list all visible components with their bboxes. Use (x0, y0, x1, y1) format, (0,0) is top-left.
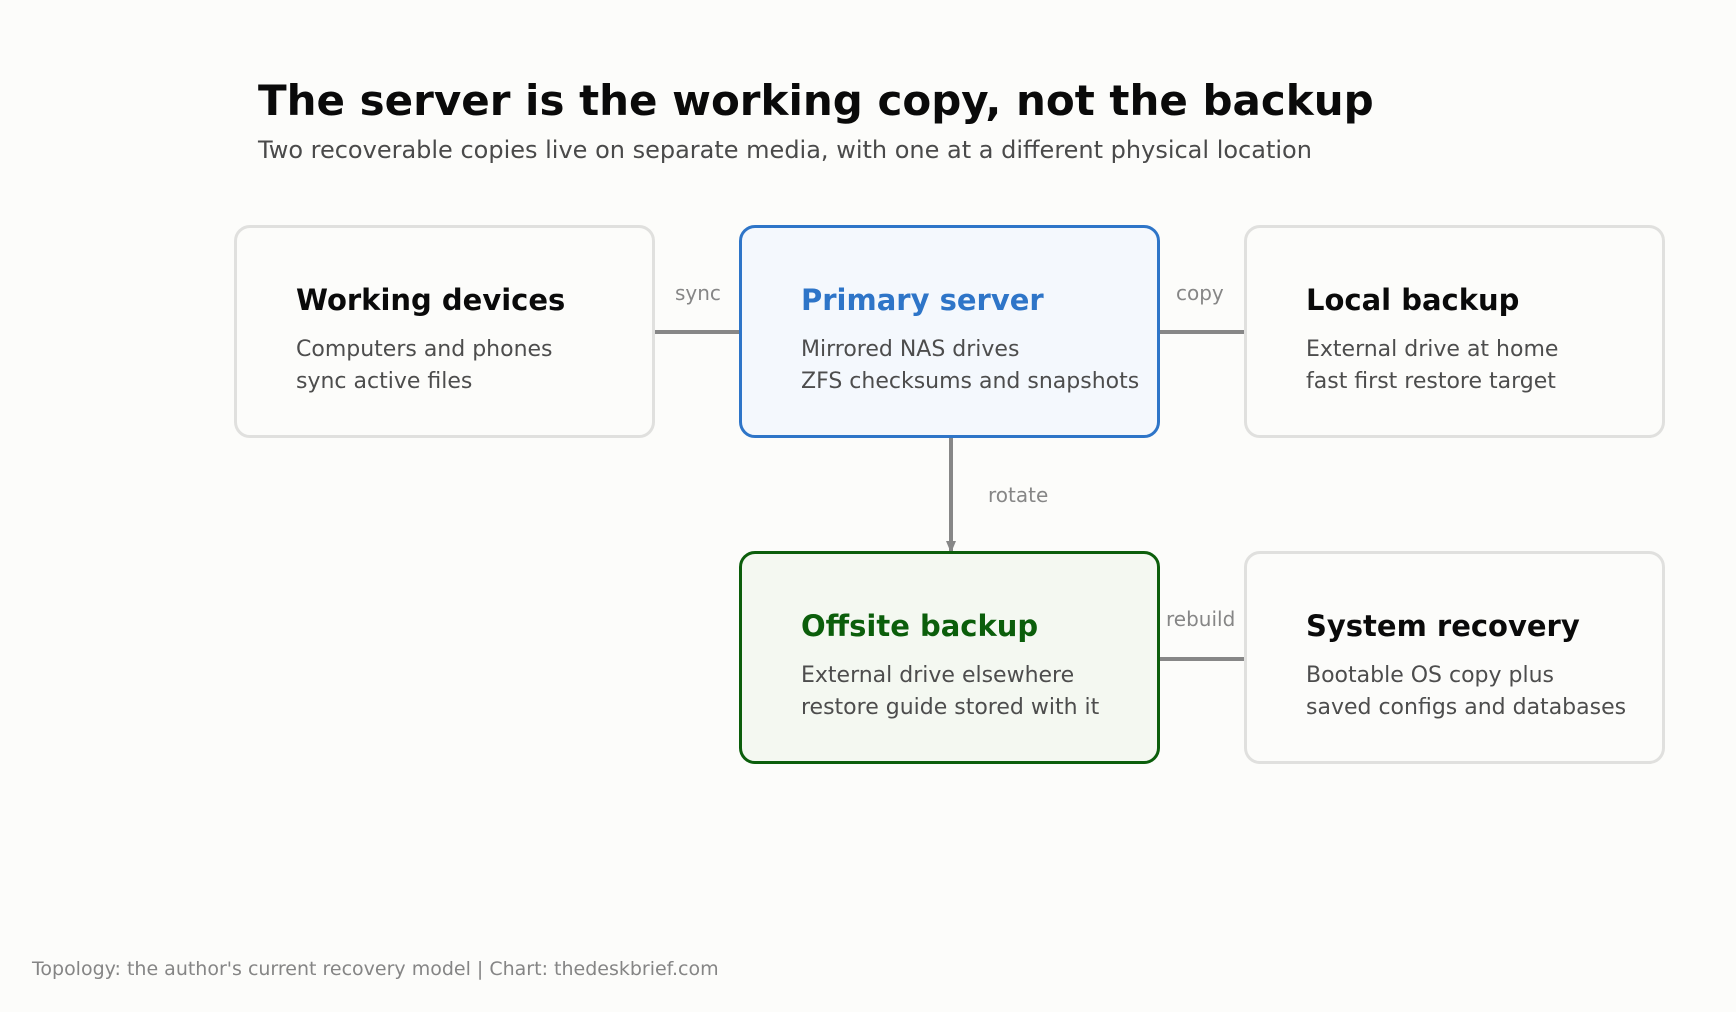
node-description: External drive at home (1306, 337, 1559, 362)
edge-label-sync: sync (675, 281, 721, 305)
node-system-recovery: System recovery Bootable OS copy plus sa… (1244, 551, 1665, 764)
node-description: sync active files (296, 369, 473, 394)
node-description: Mirrored NAS drives (801, 337, 1020, 362)
edge-label-copy: copy (1176, 281, 1224, 305)
node-title: Local backup (1306, 283, 1520, 317)
node-title: System recovery (1306, 609, 1580, 643)
node-description: External drive elsewhere (801, 663, 1075, 688)
node-description: saved configs and databases (1306, 695, 1627, 720)
node-local-backup: Local backup External drive at home fast… (1244, 225, 1665, 438)
node-description: fast first restore target (1306, 369, 1556, 394)
node-description: Bootable OS copy plus (1306, 663, 1555, 688)
node-primary-server: Primary server Mirrored NAS drives ZFS c… (739, 225, 1160, 438)
node-offsite-backup: Offsite backup External drive elsewhere … (739, 551, 1160, 764)
footer-credit: Topology: the author's current recovery … (32, 958, 719, 980)
edge-label-rotate: rotate (988, 483, 1049, 507)
node-title: Offsite backup (801, 609, 1039, 643)
node-description: ZFS checksums and snapshots (801, 369, 1140, 394)
edge-label-rebuild: rebuild (1166, 607, 1236, 631)
node-title: Working devices (296, 283, 566, 317)
node-working-devices: Working devices Computers and phones syn… (234, 225, 655, 438)
node-description: Computers and phones (296, 337, 553, 362)
connector-arrows (643, 327, 1257, 664)
node-description: restore guide stored with it (801, 695, 1100, 720)
node-title: Primary server (801, 283, 1044, 317)
